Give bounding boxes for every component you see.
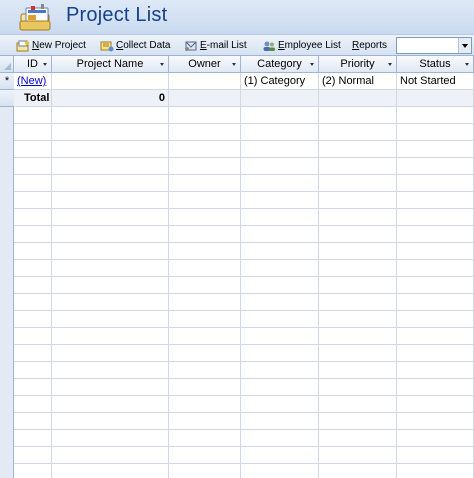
new-row-priority-cell[interactable]: (2) Normal (319, 73, 396, 89)
record-selector-column (0, 73, 14, 478)
column-header-project-name[interactable]: Project Name (52, 56, 169, 73)
chevron-down-icon[interactable] (388, 63, 392, 66)
new-row-status-cell[interactable]: Not Started (397, 73, 473, 89)
new-row-category-cell[interactable]: (1) Category (241, 73, 318, 89)
chevron-down-icon[interactable] (465, 63, 469, 66)
report-select-dropdown[interactable] (396, 37, 472, 54)
new-row-owner-cell[interactable] (169, 73, 240, 89)
email-list-button[interactable]: E -mail List (184, 35, 247, 56)
column-header-status[interactable]: Status (397, 56, 474, 73)
chevron-down-icon[interactable] (310, 63, 314, 66)
employee-list-button[interactable]: Employee List (262, 35, 341, 56)
select-all-corner[interactable] (0, 56, 14, 73)
total-row-selector[interactable] (0, 90, 14, 107)
reports-button[interactable]: Reports (352, 35, 387, 56)
chevron-down-icon[interactable] (232, 63, 236, 66)
new-row-project-name-cell[interactable] (52, 73, 168, 89)
project-list-app-icon (19, 4, 51, 31)
chevron-down-icon[interactable] (43, 63, 47, 66)
total-project-count[interactable]: 0 (52, 90, 168, 106)
collect-data-icon (100, 41, 114, 51)
employee-list-icon (263, 41, 275, 51)
collect-data-button[interactable]: Collect Data (100, 35, 170, 56)
chevron-down-icon[interactable] (160, 63, 164, 66)
toolbar: New Project Collect Data E -mail List Emp… (0, 34, 474, 56)
project-datasheet: * ID Project Name Owner Category Priorit… (0, 56, 474, 478)
form-header: Project List (0, 0, 474, 34)
column-header-owner[interactable]: Owner (169, 56, 241, 73)
new-record-selector[interactable]: * (0, 73, 14, 90)
column-header-id[interactable]: ID (14, 56, 52, 73)
new-project-icon (16, 40, 29, 51)
new-project-button[interactable]: New Project (16, 35, 86, 56)
column-header-priority[interactable]: Priority (319, 56, 397, 73)
page-title: Project List (66, 4, 168, 26)
new-record-link[interactable]: (New) (17, 75, 46, 87)
new-record-marker: * (4, 75, 10, 87)
new-row-id-cell[interactable]: (New) (14, 73, 51, 89)
chevron-down-icon[interactable] (458, 38, 471, 53)
email-list-icon (185, 41, 197, 51)
column-header-category[interactable]: Category (241, 56, 319, 73)
